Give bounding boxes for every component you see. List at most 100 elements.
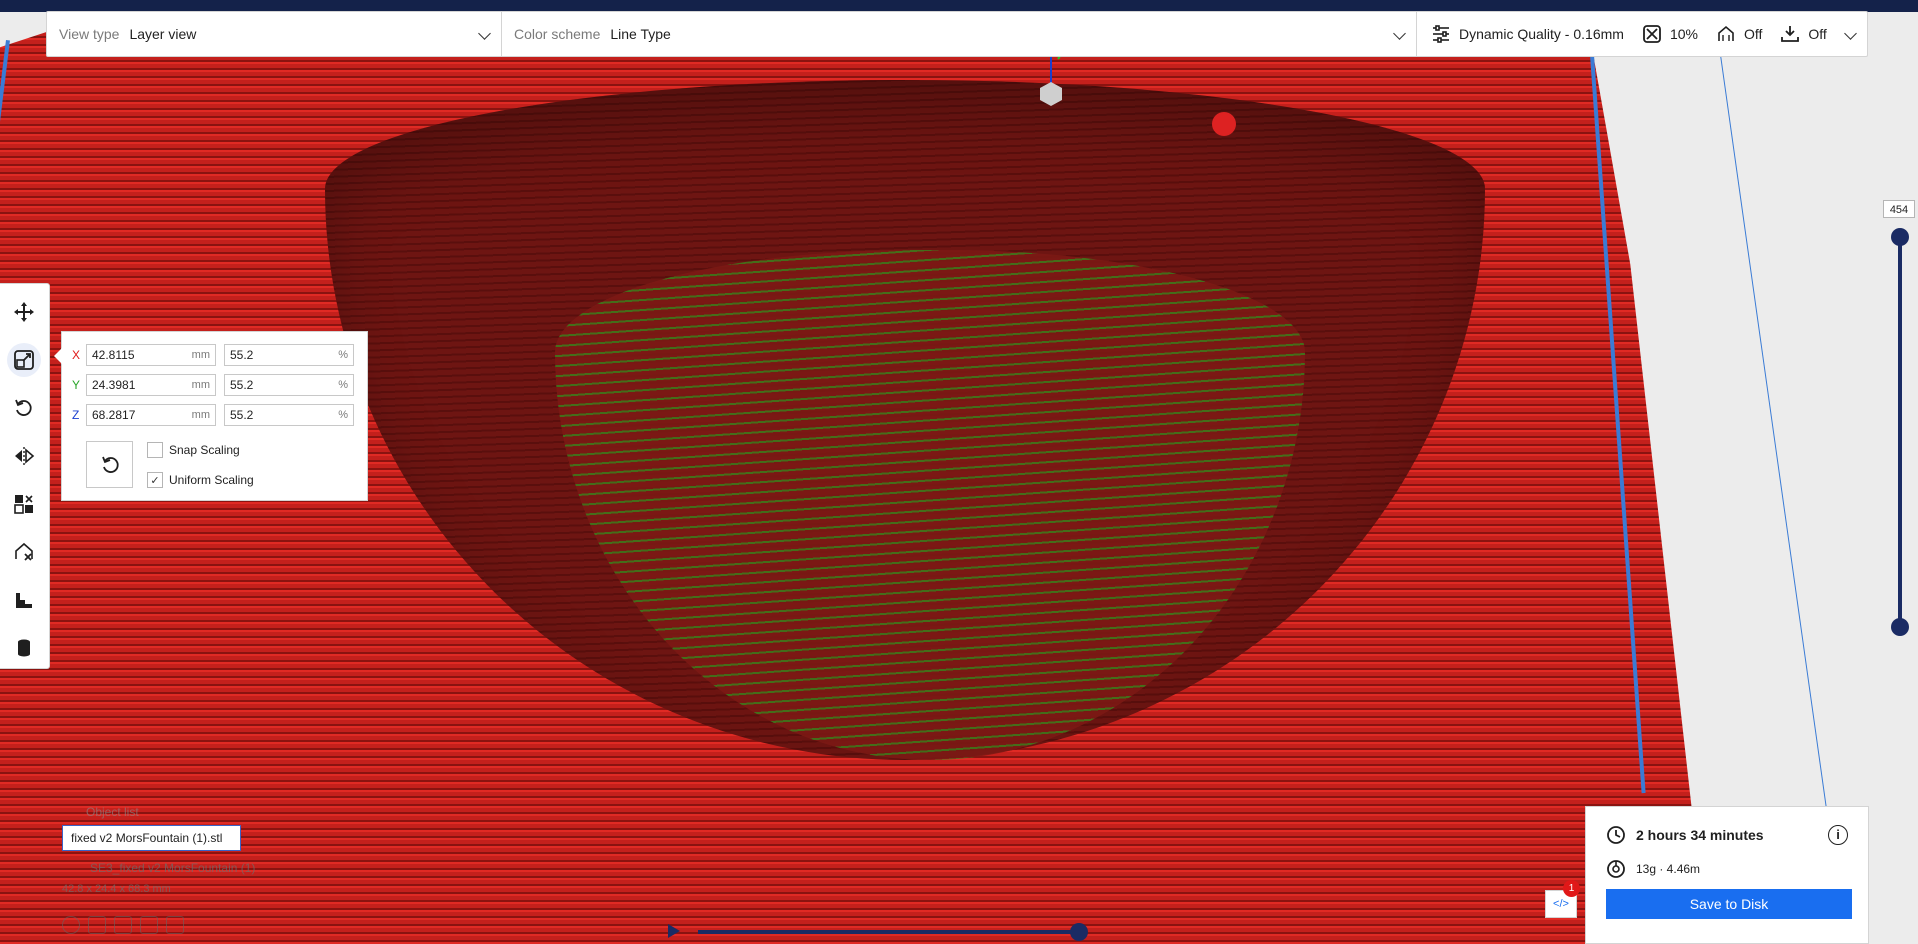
camera-view-buttons	[62, 916, 184, 934]
clock-icon	[1607, 826, 1625, 844]
infill-item: 10%	[1642, 24, 1698, 44]
z-percent-unit: %	[338, 409, 348, 421]
infill-value: 10%	[1669, 26, 1698, 42]
front-view-icon[interactable]	[88, 916, 106, 934]
color-scheme-value: Line Type	[610, 26, 671, 42]
z-axis-handle[interactable]	[1050, 55, 1052, 83]
print-time-row: 2 hours 34 minutes	[1606, 825, 1764, 845]
view-type-dropdown[interactable]: View type Layer view	[47, 12, 502, 56]
y-percent-input[interactable]: 55.2%	[224, 374, 354, 396]
layer-slider-track[interactable]	[1898, 238, 1902, 628]
job-name[interactable]: SE3_fixed v2 MorsFountain (1)	[90, 861, 422, 875]
x-axis-handle[interactable]	[1212, 112, 1236, 136]
scale-icon	[14, 350, 34, 370]
x-percent-input[interactable]: 55.2%	[224, 344, 354, 366]
simulation-handle[interactable]	[1070, 923, 1088, 941]
move-icon	[14, 302, 34, 322]
uniform-scaling-label: Uniform Scaling	[169, 473, 254, 487]
reset-scale-button[interactable]	[86, 441, 133, 488]
x-axis-label: X	[72, 348, 81, 362]
code-icon: </>	[1553, 898, 1569, 910]
print-time: 2 hours 34 minutes	[1636, 827, 1764, 843]
sliders-icon	[1433, 25, 1449, 43]
mirror-tool-button[interactable]	[7, 439, 41, 473]
chevron-down-icon	[1844, 27, 1857, 40]
object-list-item[interactable]: fixed v2 MorsFountain (1).stl	[62, 825, 241, 851]
move-tool-button[interactable]	[7, 295, 41, 329]
top-view-icon[interactable]	[114, 916, 132, 934]
profile-name: Dynamic Quality - 0.16mm	[1459, 26, 1624, 42]
reset-icon	[101, 456, 119, 473]
stage-header: View type Layer view Color scheme Line T…	[46, 11, 1868, 57]
cylinder-tool-button[interactable]	[7, 631, 41, 665]
scale-panel: X 42.8115 mm 55.2% Y 24.3981 mm 55.2% Z 68…	[54, 331, 368, 501]
view-type-label: View type	[59, 26, 120, 42]
z-mm-value: 68.2817	[92, 408, 136, 422]
color-scheme-dropdown[interactable]: Color scheme Line Type	[502, 12, 1417, 56]
print-output-panel: 2 hours 34 minutes i 13g · 4.46m Save to…	[1585, 806, 1869, 944]
snap-scaling-row[interactable]: Snap Scaling	[147, 442, 240, 458]
rotate-tool-button[interactable]	[7, 391, 41, 425]
cylinder-icon	[18, 639, 30, 657]
y-scale-row: Y 24.3981 mm 55.2%	[72, 373, 354, 397]
z-percent-value: 55.2	[230, 408, 254, 422]
y-mm-input[interactable]: 24.3981 mm	[86, 374, 216, 396]
object-list: Object list fixed v2 MorsFountain (1).st…	[62, 805, 422, 895]
z-scale-row: Z 68.2817 mm 55.2%	[72, 403, 354, 427]
layer-slider-top-handle[interactable]	[1891, 228, 1909, 246]
scale-tool-button[interactable]	[7, 343, 41, 377]
3d-view-icon[interactable]	[62, 916, 80, 934]
x-mm-value: 42.8115	[92, 348, 135, 362]
layer-slider-bottom-handle[interactable]	[1891, 618, 1909, 636]
z-axis-label: Z	[72, 408, 80, 422]
print-settings-selector[interactable]: Dynamic Quality - 0.16mm 10% Off Off	[1417, 12, 1867, 56]
material-row: 13g · 4.46m	[1606, 859, 1700, 879]
support-blocker-button[interactable]	[7, 535, 41, 569]
z-mm-unit: mm	[191, 409, 210, 421]
simulation-bar	[668, 922, 1088, 942]
uniform-scaling-checkbox[interactable]: ✓	[147, 472, 163, 488]
z-mm-input[interactable]: 68.2817 mm	[86, 404, 216, 426]
save-to-disk-button[interactable]: Save to Disk	[1606, 889, 1852, 919]
right-view-icon[interactable]	[166, 916, 184, 934]
y-percent-unit: %	[338, 379, 348, 391]
chevron-down-icon	[1393, 27, 1406, 40]
material-usage: 13g · 4.46m	[1636, 862, 1701, 876]
stairs-icon	[16, 593, 32, 608]
notification-badge: 1	[1563, 880, 1580, 897]
rotate-icon	[15, 399, 32, 416]
support-value: Off	[1743, 26, 1763, 42]
chevron-down-icon	[478, 27, 491, 40]
support-blocker-icon	[15, 542, 33, 561]
adhesion-item: Off	[1780, 24, 1827, 44]
color-scheme-label: Color scheme	[514, 26, 601, 42]
build-volume-edge	[1720, 54, 1845, 937]
simulation-track[interactable]	[698, 930, 1078, 934]
adhesion-value: Off	[1808, 26, 1827, 42]
view-type-value: Layer view	[129, 26, 197, 42]
layer-number-input[interactable]: 454	[1883, 200, 1915, 218]
play-icon[interactable]	[668, 924, 680, 938]
profile-item: Dynamic Quality - 0.16mm	[1431, 24, 1624, 44]
left-view-icon[interactable]	[140, 916, 158, 934]
per-model-settings-icon	[14, 495, 33, 514]
support-icon	[1718, 25, 1734, 41]
snap-scaling-checkbox[interactable]	[147, 442, 163, 458]
infill-icon	[1643, 25, 1661, 43]
object-list-header[interactable]: Object list	[86, 805, 422, 819]
uniform-scaling-row[interactable]: ✓ Uniform Scaling	[147, 472, 254, 488]
info-icon[interactable]: i	[1828, 825, 1848, 845]
tool-panel	[0, 283, 50, 669]
snap-scaling-label: Snap Scaling	[169, 443, 240, 457]
adhesion-icon	[1781, 26, 1800, 42]
x-scale-row: X 42.8115 mm 55.2%	[72, 343, 354, 367]
x-mm-unit: mm	[191, 349, 210, 361]
x-mm-input[interactable]: 42.8115 mm	[86, 344, 216, 366]
z-percent-input[interactable]: 55.2%	[224, 404, 354, 426]
y-percent-value: 55.2	[230, 378, 254, 392]
model-dimensions: 42.8 x 24.4 x 68.3 mm	[62, 883, 171, 895]
per-model-settings-button[interactable]	[7, 487, 41, 521]
custom-supports-button[interactable]	[7, 583, 41, 617]
support-item: Off	[1716, 24, 1762, 44]
layer-slider[interactable]: 454	[1883, 200, 1915, 640]
